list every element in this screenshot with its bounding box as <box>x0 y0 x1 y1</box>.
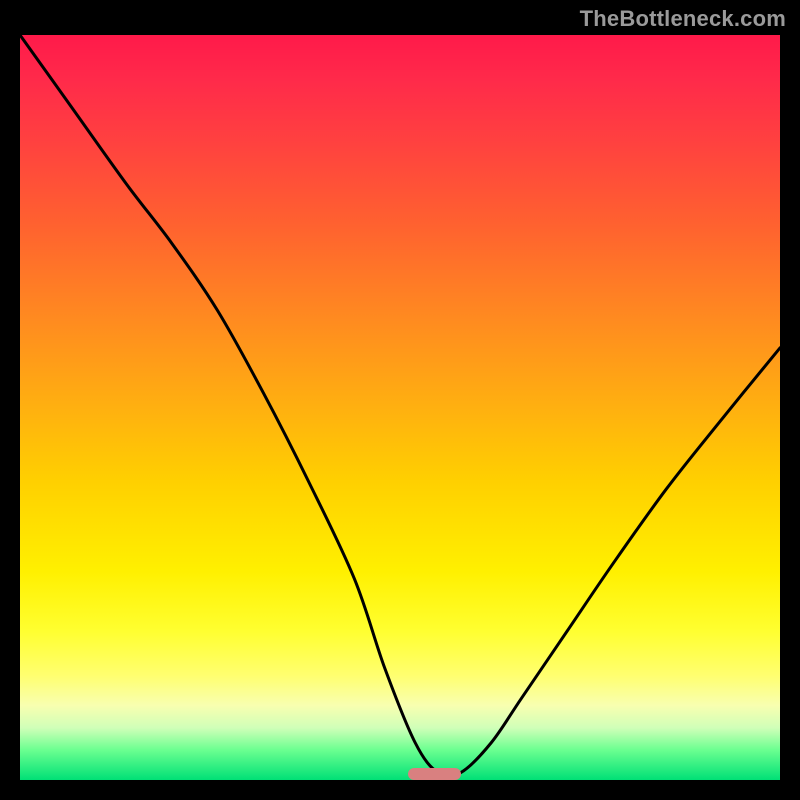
chart-frame: TheBottleneck.com <box>0 0 800 800</box>
bottleneck-curve <box>20 35 780 780</box>
plot-area <box>20 35 780 780</box>
optimal-range-marker <box>408 768 461 780</box>
watermark-text: TheBottleneck.com <box>580 6 786 32</box>
curve-path <box>20 35 780 776</box>
